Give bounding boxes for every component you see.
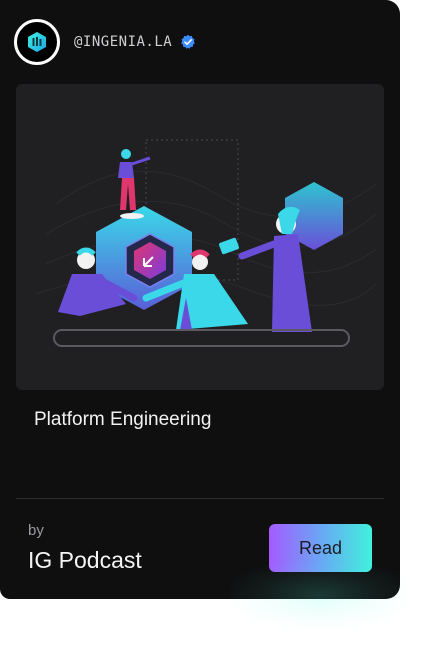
author-name[interactable]: IG Podcast: [28, 547, 142, 574]
team-collaboration-illustration: [35, 139, 377, 347]
post-title[interactable]: Platform Engineering: [34, 409, 211, 431]
verified-badge-icon: [181, 34, 196, 49]
post-card[interactable]: @INGENIA.LA Platform Engineering by IG P…: [0, 0, 400, 599]
account-handle[interactable]: @INGENIA.LA: [74, 34, 172, 50]
divider: [16, 498, 384, 499]
read-button[interactable]: Read: [269, 524, 372, 572]
avatar[interactable]: [14, 19, 60, 65]
post-header: @INGENIA.LA: [14, 19, 196, 65]
ingenia-logo-icon: [28, 32, 46, 52]
by-label: by: [28, 522, 44, 539]
post-media[interactable]: [16, 84, 384, 390]
